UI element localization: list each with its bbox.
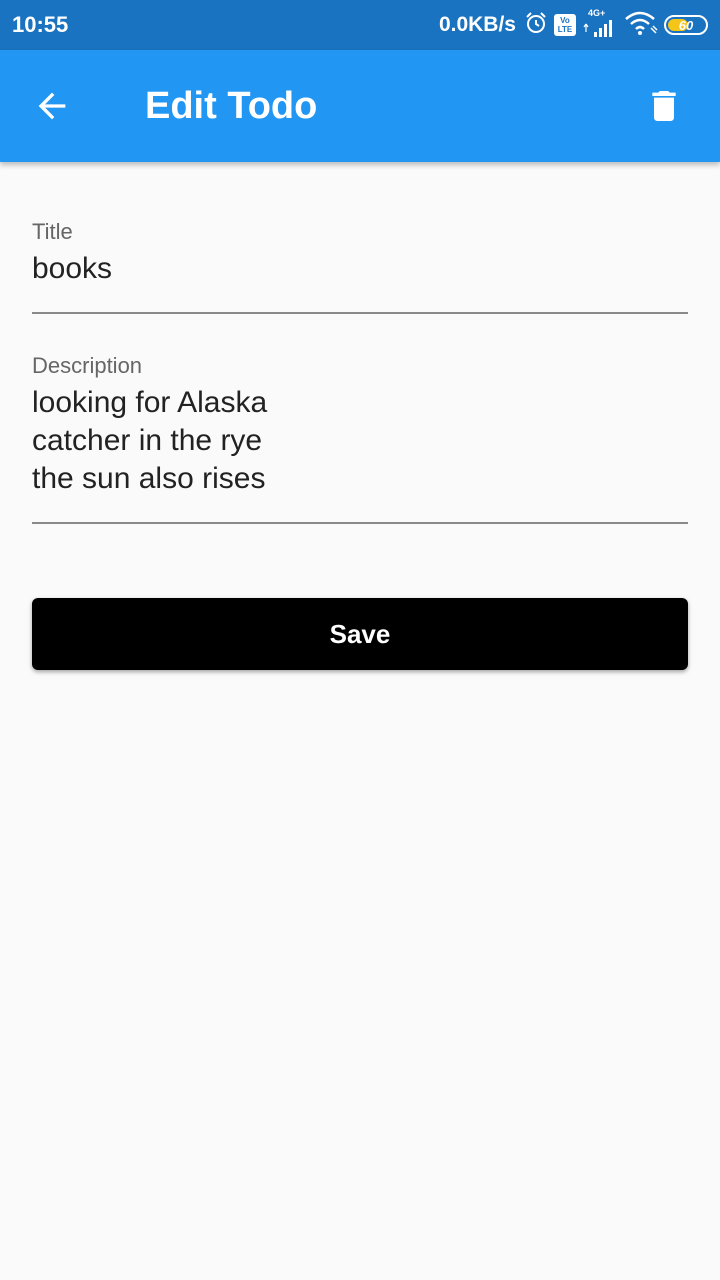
status-icons: 0.0KB/s Vo LTE 4G+ 60 [439,8,708,42]
network-speed: 0.0KB/s [438,13,516,36]
trash-icon [652,91,676,121]
title-input[interactable]: books [32,250,688,288]
volte-icon: Vo LTE [554,14,576,36]
status-bar: 10:55 0.0KB/s Vo LTE 4G+ 60 [0,0,720,50]
wifi-icon [624,10,658,41]
battery-icon: 60 [664,15,708,35]
save-button[interactable]: Save [32,598,688,670]
battery-level: 60 [678,17,694,33]
description-field[interactable]: Description looking for Alaska catcher i… [32,352,688,524]
arrow-back-icon [38,92,66,120]
status-time: 10:55 [12,12,69,37]
alarm-icon [524,11,548,40]
delete-button[interactable] [636,78,692,134]
signal-icon: 4G+ [582,8,618,40]
page-title: Edit Todo [145,85,318,127]
app-bar: Edit Todo [0,50,720,162]
back-button[interactable] [24,78,80,134]
description-input[interactable]: looking for Alaska catcher in the rye th… [32,384,688,498]
description-label: Description [32,353,143,378]
title-field[interactable]: Title books [32,218,688,314]
title-label: Title [32,219,73,244]
